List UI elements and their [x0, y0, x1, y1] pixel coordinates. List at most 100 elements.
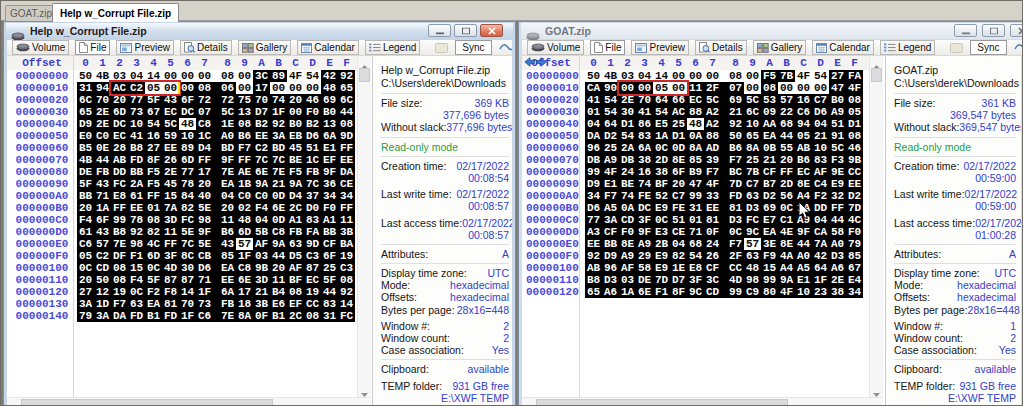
hex-byte[interactable]: FD [162, 310, 179, 322]
hex-byte[interactable]: 3F [162, 250, 179, 262]
hex-byte[interactable]: B0 [321, 106, 338, 118]
hex-byte[interactable]: 9F [636, 226, 653, 238]
titlebar-left[interactable]: Help w_Corrupt File.zip [6, 23, 513, 39]
hex-byte[interactable]: 87 [162, 274, 179, 286]
hex-byte[interactable]: 00 [236, 82, 253, 94]
hex-byte[interactable]: B6 [727, 142, 744, 154]
hex-byte[interactable]: A1 [321, 214, 338, 226]
hex-byte[interactable]: 88 [687, 106, 704, 118]
hex-byte[interactable]: 50 [585, 70, 602, 82]
hex-byte[interactable]: BE [287, 154, 304, 166]
hex-byte[interactable]: 80 [761, 286, 778, 298]
hex-byte[interactable]: FF [196, 154, 219, 166]
close-button[interactable] [480, 24, 503, 37]
hex-byte[interactable]: E9 [653, 262, 670, 274]
hex-byte[interactable]: 08 [338, 274, 355, 286]
hex-byte[interactable]: 1C [304, 154, 321, 166]
hex-byte[interactable]: DA [338, 166, 355, 178]
hex-byte[interactable]: 92 [585, 250, 602, 262]
hex-byte[interactable]: 52 [653, 190, 670, 202]
hex-byte[interactable]: 2C [287, 202, 304, 214]
hex-byte[interactable]: 0F [253, 310, 270, 322]
hex-byte[interactable]: 00 [744, 82, 761, 94]
hex-byte[interactable]: 20 [77, 202, 94, 214]
hex-byte[interactable]: 21 [253, 286, 270, 298]
hex-byte[interactable]: F4 [128, 274, 145, 286]
hex-byte[interactable]: 98 [196, 214, 219, 226]
hex-byte[interactable]: 65 [338, 82, 355, 94]
hex-byte[interactable]: 10 [179, 130, 196, 142]
hex-byte[interactable]: 51 [829, 118, 846, 130]
hex-byte[interactable]: 99 [727, 286, 744, 298]
hex-byte[interactable]: EE [338, 154, 355, 166]
hex-byte[interactable]: D1 [619, 118, 636, 130]
sync-wave-button[interactable] [1012, 40, 1023, 55]
hex-byte[interactable]: 9C [744, 226, 761, 238]
hex-byte[interactable]: 6A [219, 286, 236, 298]
hex-byte[interactable]: FC [179, 214, 196, 226]
hex-byte[interactable]: 69 [727, 94, 744, 106]
hex-byte[interactable]: 3C [704, 274, 727, 286]
hex-byte[interactable]: 42 [812, 250, 829, 262]
hex-byte[interactable]: 1A [619, 286, 636, 298]
hex-byte[interactable]: 00 [744, 70, 761, 82]
hex-byte[interactable]: 8E [670, 154, 687, 166]
hex-byte[interactable]: 47 [829, 82, 846, 94]
hex-byte[interactable]: 8E [619, 238, 636, 250]
hex-byte[interactable]: 22 [778, 106, 795, 118]
hex-byte[interactable]: DF [111, 250, 128, 262]
hex-byte[interactable]: CF [321, 238, 338, 250]
hex-byte[interactable]: 1E [219, 118, 236, 130]
hex-byte[interactable]: 20 [219, 202, 236, 214]
details-mode-button[interactable]: Details [695, 40, 747, 55]
hex-byte[interactable]: C6 [77, 238, 94, 250]
hex-byte[interactable]: 43 [94, 178, 111, 190]
hex-byte[interactable]: B6 [219, 226, 236, 238]
legend-mode-button[interactable]: Legend [880, 40, 935, 55]
hex-byte[interactable]: FF [829, 202, 846, 214]
hex-byte[interactable]: CC [727, 262, 744, 274]
hex-byte[interactable]: C2 [94, 250, 111, 262]
hex-byte[interactable]: 72 [196, 94, 219, 106]
hex-byte[interactable]: 1F [236, 250, 253, 262]
calendar-mode-button[interactable]: Calendar [812, 40, 874, 55]
hex-byte[interactable]: 28 [111, 142, 128, 154]
hex-byte[interactable]: 83 [304, 214, 321, 226]
hex-byte[interactable]: 2E [829, 274, 846, 286]
hex-byte[interactable]: E8 [687, 262, 704, 274]
hex-byte[interactable]: CB [196, 250, 219, 262]
hex-byte[interactable]: DB [585, 154, 602, 166]
hex-byte[interactable]: 00 [179, 70, 196, 82]
hex-byte[interactable]: 6E [236, 274, 253, 286]
hex-byte[interactable]: 6C [744, 106, 761, 118]
hex-byte[interactable]: F1 [128, 250, 145, 262]
tab-goat-zip[interactable]: GOAT.zip [5, 5, 57, 21]
hex-byte[interactable]: 69 [761, 202, 778, 214]
hex-byte[interactable]: 5B [253, 226, 270, 238]
hex-byte[interactable]: 40 [196, 190, 219, 202]
hex-byte[interactable]: FF [778, 166, 795, 178]
hex-byte[interactable]: CD [704, 286, 727, 298]
hex-byte[interactable]: 08 [145, 214, 162, 226]
hex-byte[interactable]: 34 [585, 190, 602, 202]
hex-byte[interactable]: E1 [795, 274, 812, 286]
hex-byte[interactable]: EA [761, 130, 778, 142]
hex-byte[interactable]: 1B [236, 178, 253, 190]
hex-byte[interactable]: F5 [145, 166, 162, 178]
hex-byte[interactable]: 5F [145, 274, 162, 286]
hex-byte[interactable]: B9 [687, 166, 704, 178]
hex-byte[interactable]: 69 [321, 94, 338, 106]
hex-byte[interactable]: 16 [795, 94, 812, 106]
hex-byte[interactable]: 9D [338, 130, 355, 142]
hex-byte[interactable]: 64 [602, 118, 619, 130]
hex-byte[interactable]: C1 [778, 214, 795, 226]
hex-rows[interactable]: 00000000504B0304140000000800F57B4F5427FA… [522, 70, 869, 397]
hex-byte[interactable]: 08 [111, 262, 128, 274]
hex-byte[interactable]: 15 [162, 190, 179, 202]
hex-byte[interactable]: 07 [196, 106, 219, 118]
hex-byte[interactable]: 27 [829, 70, 846, 82]
hex-byte[interactable]: D2 [761, 190, 778, 202]
hex-byte[interactable]: 7D [846, 202, 863, 214]
hex-byte[interactable]: 6E [270, 202, 287, 214]
hex-byte[interactable]: 58 [636, 262, 653, 274]
